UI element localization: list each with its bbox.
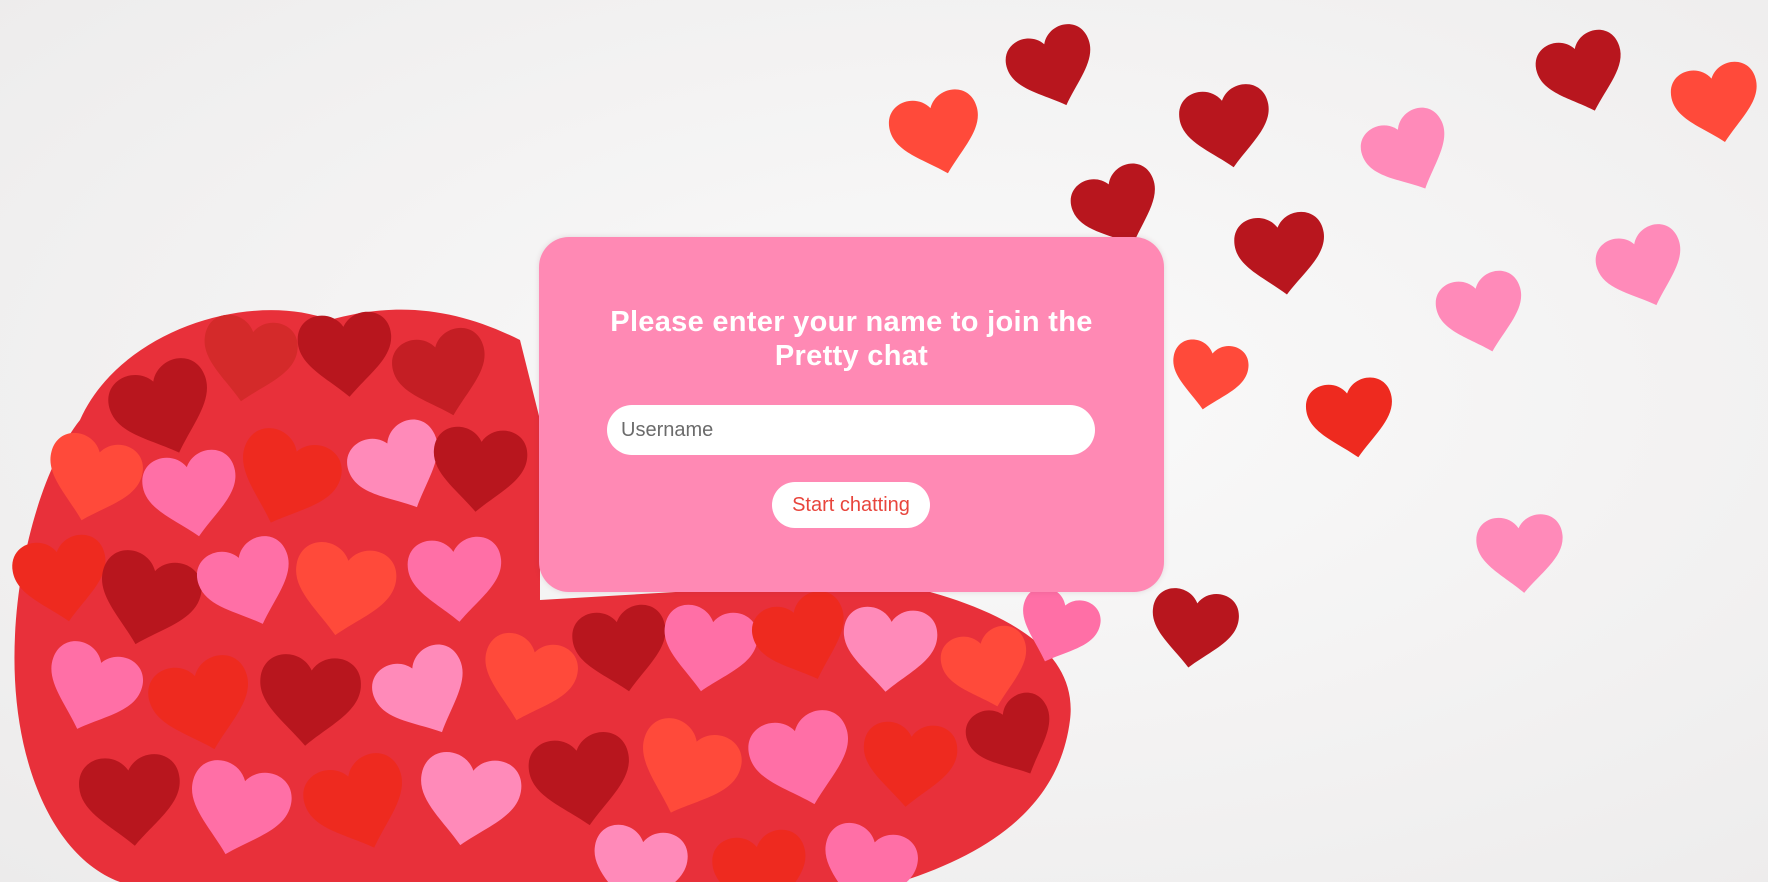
join-card: Please enter your name to join the Prett… <box>539 237 1164 592</box>
join-title: Please enter your name to join the Prett… <box>610 306 1093 372</box>
username-input[interactable] <box>607 405 1095 455</box>
start-chatting-button[interactable]: Start chatting <box>772 482 930 528</box>
